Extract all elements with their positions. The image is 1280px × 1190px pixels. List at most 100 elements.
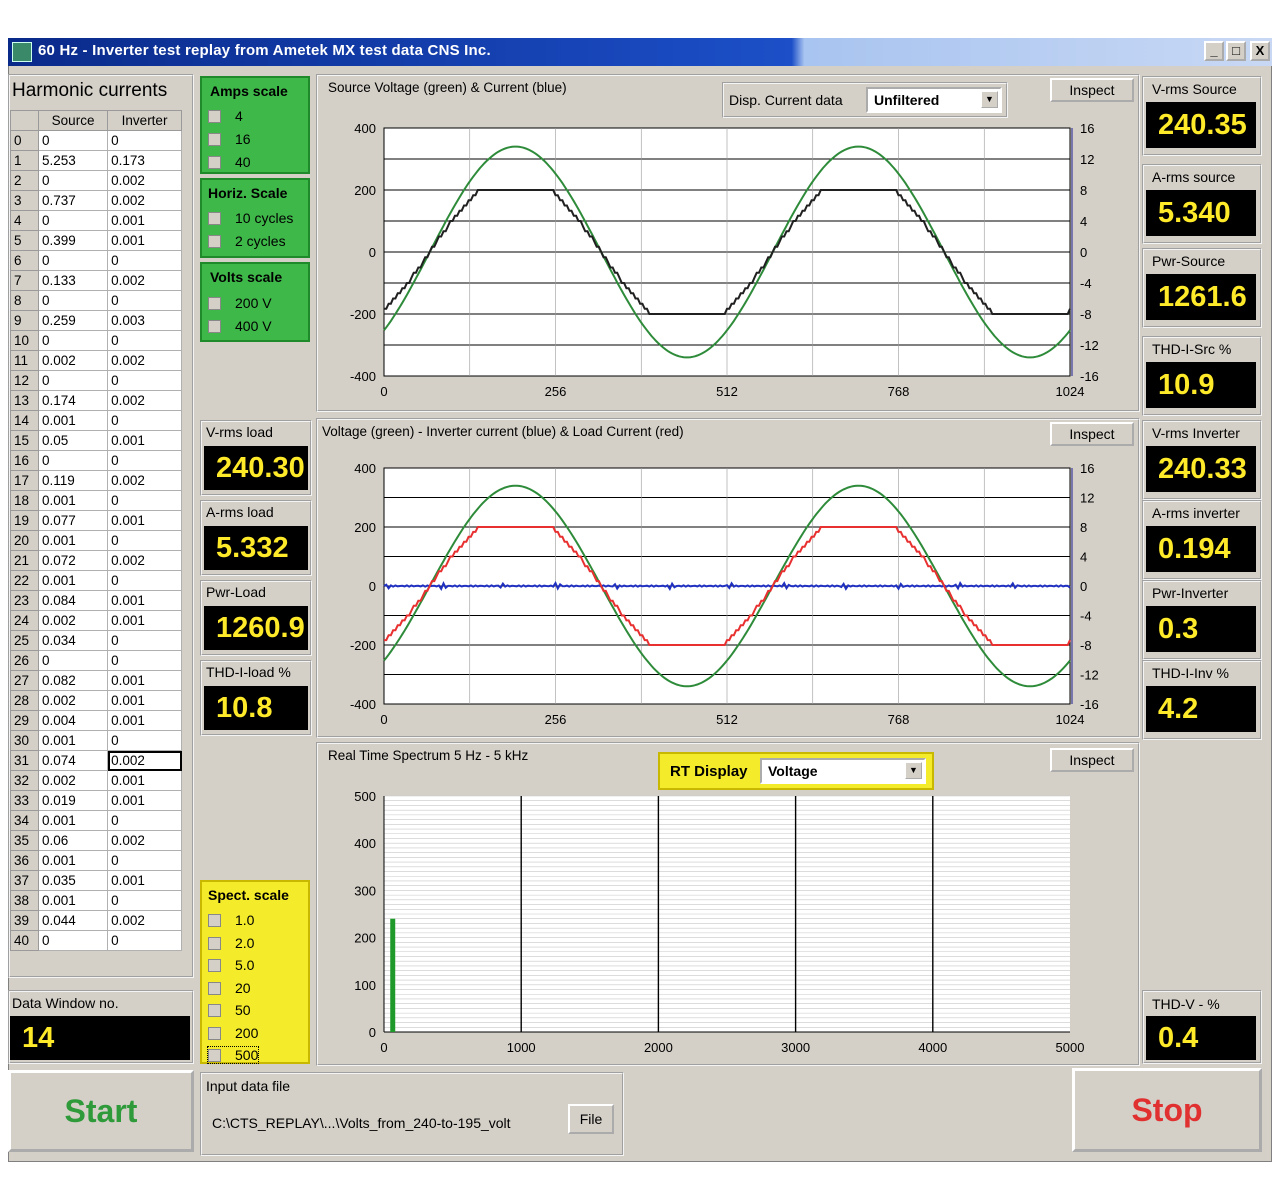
minimize-button[interactable]: _ — [1204, 41, 1224, 61]
source-cell[interactable]: 0.072 — [37, 550, 109, 571]
disp-current-select[interactable]: Unfiltered ▼ — [866, 87, 1002, 113]
volts-option-400[interactable]: 400 V — [208, 318, 272, 334]
chart3-inspect-button[interactable]: Inspect — [1050, 748, 1134, 772]
source-cell[interactable]: 0.259 — [37, 310, 109, 331]
amps-option-4[interactable]: 4 — [208, 108, 243, 124]
spect-option-1[interactable]: 1.0 — [208, 912, 254, 928]
start-button[interactable]: Start — [8, 1070, 194, 1152]
inverter-cell[interactable]: 0 — [107, 530, 182, 551]
inverter-cell[interactable]: 0.001 — [107, 230, 182, 251]
source-cell[interactable]: 0.004 — [37, 710, 109, 731]
source-cell[interactable]: 0.084 — [37, 590, 109, 611]
close-button[interactable]: X — [1250, 41, 1270, 61]
radio-icon[interactable] — [208, 1026, 221, 1040]
inverter-cell[interactable]: 0 — [107, 890, 182, 911]
spect-option-50[interactable]: 50 — [208, 1002, 251, 1018]
inverter-cell[interactable]: 0.002 — [107, 390, 182, 411]
radio-icon[interactable] — [208, 1003, 221, 1017]
inverter-cell[interactable]: 0 — [107, 930, 182, 951]
horiz-option-10-cycles[interactable]: 10 cycles — [208, 210, 293, 226]
radio-icon[interactable] — [208, 132, 221, 146]
source-cell[interactable]: 0 — [37, 930, 109, 951]
inverter-cell[interactable]: 0 — [107, 290, 182, 311]
source-cell[interactable]: 0.001 — [37, 570, 109, 591]
inverter-cell[interactable]: 0 — [107, 570, 182, 591]
radio-icon[interactable] — [208, 296, 221, 310]
inverter-cell[interactable]: 0 — [107, 410, 182, 431]
inverter-cell[interactable]: 0.001 — [107, 770, 182, 791]
radio-icon[interactable] — [208, 936, 221, 950]
source-cell[interactable]: 0.06 — [37, 830, 109, 851]
spect-option-20[interactable]: 20 — [208, 980, 251, 996]
source-cell[interactable]: 0 — [37, 370, 109, 391]
inverter-cell[interactable]: 0 — [107, 850, 182, 871]
source-cell[interactable]: 0.133 — [37, 270, 109, 291]
radio-icon[interactable] — [208, 234, 221, 248]
inverter-cell[interactable]: 0 — [107, 730, 182, 751]
source-cell[interactable]: 0 — [37, 210, 109, 231]
inverter-cell[interactable]: 0.002 — [107, 470, 182, 491]
inverter-cell[interactable]: 0 — [107, 330, 182, 351]
inverter-cell[interactable]: 0.003 — [107, 310, 182, 331]
source-cell[interactable]: 0.002 — [37, 610, 109, 631]
source-cell[interactable]: 0.002 — [37, 690, 109, 711]
source-cell[interactable]: 0 — [37, 250, 109, 271]
radio-icon[interactable] — [208, 319, 221, 333]
source-cell[interactable]: 0.001 — [37, 850, 109, 871]
amps-option-40[interactable]: 40 — [208, 154, 251, 170]
inverter-cell[interactable]: 0.173 — [107, 150, 182, 171]
volts-option-200[interactable]: 200 V — [208, 295, 272, 311]
inverter-cell[interactable]: 0 — [107, 130, 182, 151]
spect-option-5[interactable]: 5.0 — [208, 957, 254, 973]
source-cell[interactable]: 0.035 — [37, 870, 109, 891]
source-cell[interactable]: 0 — [37, 170, 109, 191]
spect-option-200[interactable]: 200 — [208, 1025, 258, 1041]
chevron-down-icon[interactable]: ▼ — [905, 762, 922, 779]
source-cell[interactable]: 0.001 — [37, 410, 109, 431]
amps-option-16[interactable]: 16 — [208, 131, 251, 147]
inverter-cell[interactable]: 0.002 — [107, 830, 182, 851]
source-cell[interactable]: 0.019 — [37, 790, 109, 811]
source-cell[interactable]: 0 — [37, 330, 109, 351]
source-cell[interactable]: 0.001 — [37, 810, 109, 831]
spect-option-500[interactable]: 500 — [206, 1046, 260, 1064]
chevron-down-icon[interactable]: ▼ — [981, 91, 998, 108]
source-cell[interactable]: 0.174 — [37, 390, 109, 411]
inverter-cell[interactable]: 0 — [107, 250, 182, 271]
inverter-cell[interactable]: 0.002 — [107, 750, 182, 771]
horiz-option-2-cycles[interactable]: 2 cycles — [208, 233, 286, 249]
inverter-cell[interactable]: 0.001 — [107, 610, 182, 631]
source-cell[interactable]: 0 — [37, 130, 109, 151]
radio-icon[interactable] — [208, 981, 221, 995]
radio-icon[interactable] — [208, 155, 221, 169]
source-cell[interactable]: 0.074 — [37, 750, 109, 771]
source-cell[interactable]: 0.077 — [37, 510, 109, 531]
inverter-cell[interactable]: 0.002 — [107, 170, 182, 191]
source-cell[interactable]: 0.082 — [37, 670, 109, 691]
chart1-inspect-button[interactable]: Inspect — [1050, 78, 1134, 102]
inverter-cell[interactable]: 0.001 — [107, 690, 182, 711]
inverter-cell[interactable]: 0 — [107, 450, 182, 471]
source-cell[interactable]: 0.002 — [37, 350, 109, 371]
source-cell[interactable]: 0.119 — [37, 470, 109, 491]
radio-icon[interactable] — [208, 913, 221, 927]
inverter-cell[interactable]: 0.002 — [107, 910, 182, 931]
source-cell[interactable]: 0.044 — [37, 910, 109, 931]
source-cell[interactable]: 0 — [37, 290, 109, 311]
source-cell[interactable]: 0.001 — [37, 890, 109, 911]
inverter-cell[interactable]: 0.002 — [107, 190, 182, 211]
inverter-cell[interactable]: 0 — [107, 490, 182, 511]
chart2-inspect-button[interactable]: Inspect — [1050, 422, 1134, 446]
rt-display-select[interactable]: Voltage ▼ — [760, 758, 926, 784]
inverter-cell[interactable]: 0.001 — [107, 710, 182, 731]
source-cell[interactable]: 0.034 — [37, 630, 109, 651]
source-cell[interactable]: 0.001 — [37, 730, 109, 751]
inverter-cell[interactable]: 0 — [107, 630, 182, 651]
radio-icon[interactable] — [208, 958, 221, 972]
radio-icon[interactable] — [208, 211, 221, 225]
inverter-cell[interactable]: 0 — [107, 650, 182, 671]
source-cell[interactable]: 0.001 — [37, 530, 109, 551]
inverter-cell[interactable]: 0.001 — [107, 790, 182, 811]
source-cell[interactable]: 5.253 — [37, 150, 109, 171]
inverter-cell[interactable]: 0.001 — [107, 670, 182, 691]
